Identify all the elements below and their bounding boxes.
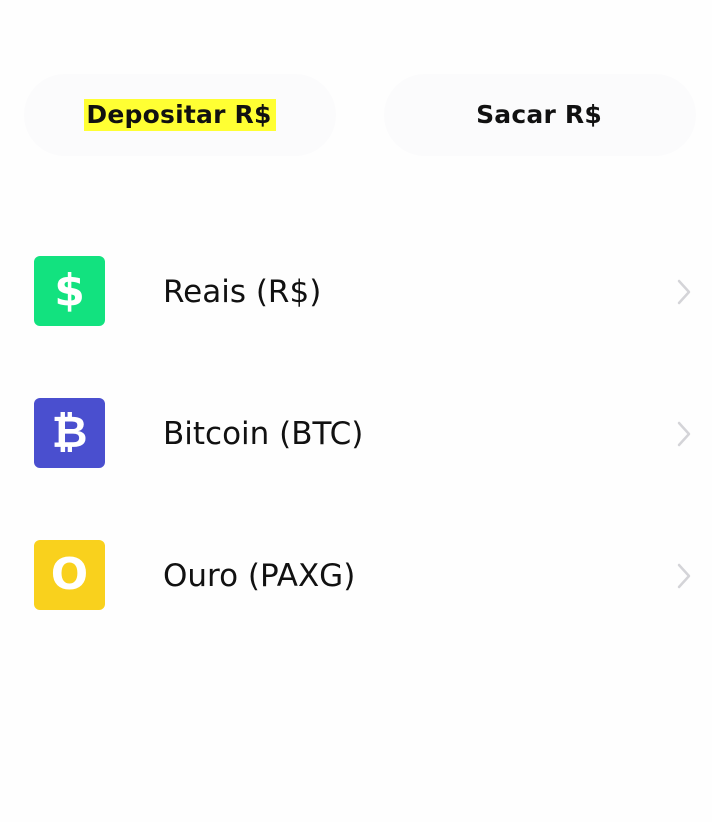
asset-row-bitcoin[interactable]: ₿ Bitcoin (BTC) [0, 362, 712, 504]
asset-label-reais: Reais (R$) [163, 274, 322, 310]
withdraw-brl-button[interactable]: Sacar R$ [384, 74, 696, 156]
gold-icon: O [34, 540, 105, 610]
chevron-right-icon [677, 563, 691, 589]
asset-label-gold: Ouro (PAXG) [163, 558, 356, 594]
deposit-brl-label: Depositar R$ [84, 99, 276, 131]
bitcoin-icon: ₿ [34, 398, 105, 468]
deposit-brl-button[interactable]: Depositar R$ [24, 74, 336, 156]
asset-list: $ Reais (R$) ₿ Bitcoin (BTC) O Ouro (PAX… [0, 220, 712, 646]
action-tab-bar: Depositar R$ Sacar R$ [24, 74, 696, 156]
dollar-icon: $ [34, 256, 105, 326]
asset-row-reais[interactable]: $ Reais (R$) [0, 220, 712, 362]
asset-row-gold[interactable]: O Ouro (PAXG) [0, 504, 712, 646]
deposit-asset-screen: Depositar R$ Sacar R$ $ Reais (R$) ₿ Bit… [0, 0, 712, 822]
asset-label-bitcoin: Bitcoin (BTC) [163, 416, 364, 452]
withdraw-brl-label: Sacar R$ [476, 100, 602, 129]
chevron-right-icon [677, 279, 691, 305]
chevron-right-icon [677, 421, 691, 447]
